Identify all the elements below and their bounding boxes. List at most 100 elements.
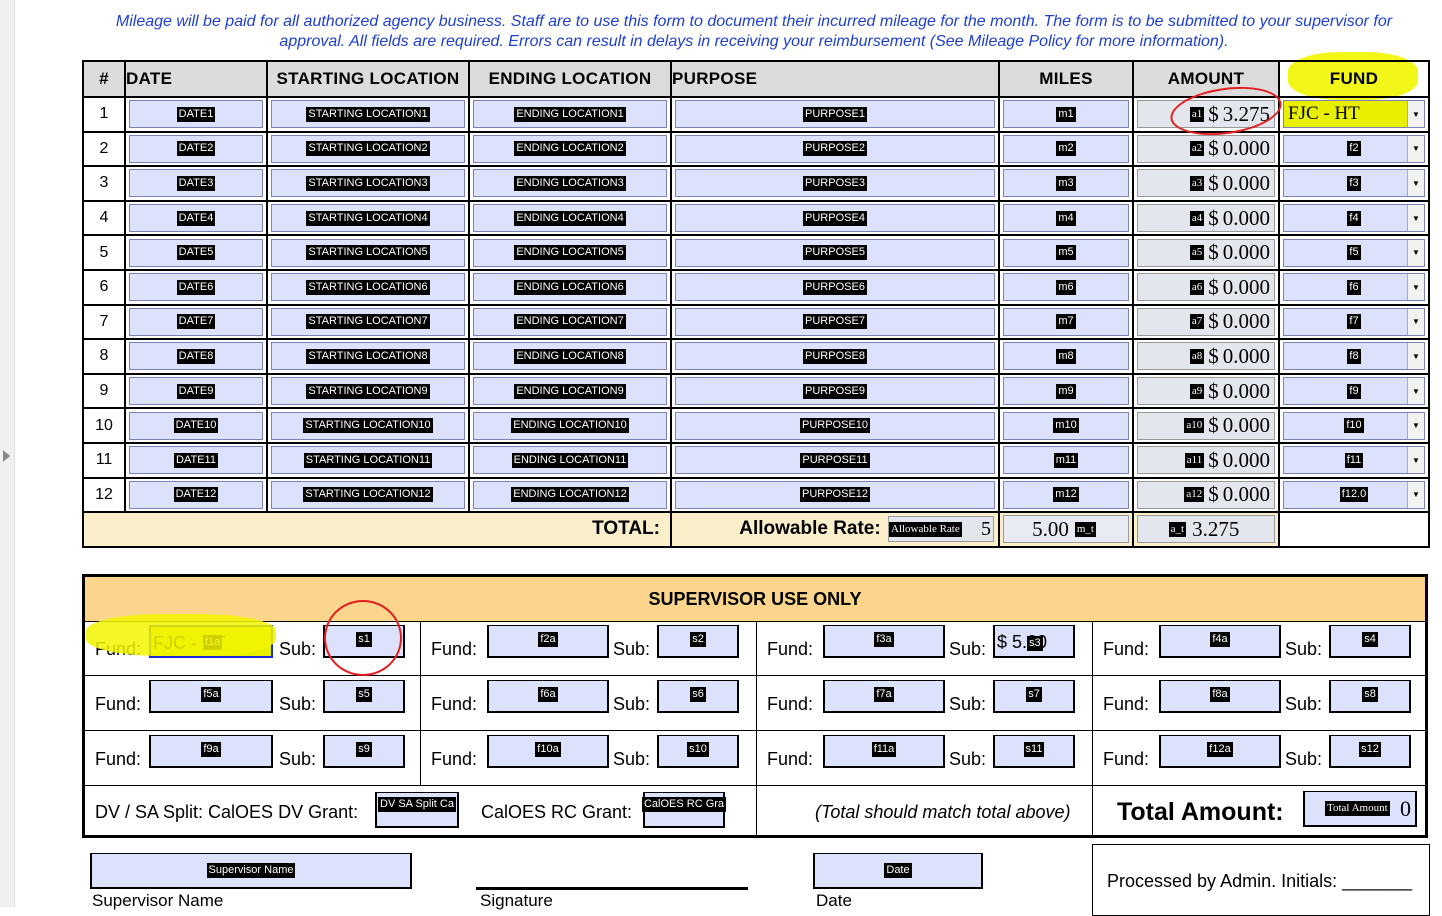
ending-location-field[interactable]: ENDING LOCATION10 [473,411,667,440]
fund-dropdown[interactable]: f2 ▼ [1283,134,1425,163]
total-amount-field-sup[interactable]: Total Amount 0 [1303,791,1417,827]
miles-field[interactable]: m1 [1003,100,1129,129]
fund-dropdown[interactable]: f7 ▼ [1283,307,1425,336]
ending-location-field[interactable]: ENDING LOCATION12 [473,480,667,509]
starting-location-field[interactable]: STARTING LOCATION4 [271,204,465,233]
starting-location-field[interactable]: STARTING LOCATION9 [271,377,465,406]
starting-location-field[interactable]: STARTING LOCATION10 [271,411,465,440]
chevron-down-icon[interactable]: ▼ [1407,239,1424,266]
supervisor-fund-field[interactable]: f6a [487,680,609,713]
chevron-down-icon[interactable]: ▼ [1407,101,1424,128]
miles-field[interactable]: m12 [1003,480,1129,509]
fund-dropdown[interactable]: f5 ▼ [1283,238,1425,267]
signature-line[interactable] [476,887,748,890]
starting-location-field[interactable]: STARTING LOCATION12 [271,480,465,509]
date-field[interactable]: DATE7 [129,307,263,336]
miles-field[interactable]: m7 [1003,307,1129,336]
supervisor-sub-field[interactable]: s4 [1329,625,1411,658]
ending-location-field[interactable]: ENDING LOCATION3 [473,169,667,198]
amount-field[interactable]: a11 $0.000 [1137,446,1275,475]
starting-location-field[interactable]: STARTING LOCATION3 [271,169,465,198]
date-field[interactable]: DATE12 [129,480,263,509]
amount-field[interactable]: a2 $0.000 [1137,134,1275,163]
amount-field[interactable]: a12 $0.000 [1137,480,1275,509]
total-amount-field[interactable]: a_t 3.275 [1137,515,1275,544]
miles-field[interactable]: m5 [1003,238,1129,267]
amount-field[interactable]: a9 $0.000 [1137,377,1275,406]
expand-arrow-icon[interactable] [3,450,10,462]
supervisor-fund-field[interactable]: f11a [823,735,945,768]
supervisor-sub-field[interactable]: s10 [657,735,739,768]
chevron-down-icon[interactable]: ▼ [1407,481,1424,508]
purpose-field[interactable]: PURPOSE3 [675,169,995,198]
supervisor-fund-field[interactable]: f2a [487,625,609,658]
miles-field[interactable]: m10 [1003,411,1129,440]
amount-field[interactable]: a10 $0.000 [1137,411,1275,440]
purpose-field[interactable]: PURPOSE10 [675,411,995,440]
supervisor-sub-field[interactable]: s2 [657,625,739,658]
supervisor-sub-field[interactable]: $ 5.00 s3 [993,625,1075,658]
amount-field[interactable]: a3 $0.000 [1137,169,1275,198]
ending-location-field[interactable]: ENDING LOCATION1 [473,100,667,129]
chevron-down-icon[interactable]: ▼ [1407,412,1424,439]
amount-field[interactable]: a7 $0.000 [1137,307,1275,336]
fund-dropdown[interactable]: FJC - HT ▼ [1283,100,1425,129]
date-field[interactable]: DATE9 [129,377,263,406]
supervisor-fund-field[interactable]: f7a [823,680,945,713]
starting-location-field[interactable]: STARTING LOCATION2 [271,134,465,163]
date-field[interactable]: DATE5 [129,238,263,267]
ending-location-field[interactable]: ENDING LOCATION11 [473,446,667,475]
miles-field[interactable]: m8 [1003,342,1129,371]
supervisor-fund-field[interactable]: f8a [1159,680,1281,713]
purpose-field[interactable]: PURPOSE2 [675,134,995,163]
supervisor-name-field[interactable]: Supervisor Name [90,853,412,889]
chevron-down-icon[interactable]: ▼ [1407,205,1424,232]
chevron-down-icon[interactable]: ▼ [1407,343,1424,370]
fund-dropdown[interactable]: f10 ▼ [1283,411,1425,440]
ending-location-field[interactable]: ENDING LOCATION4 [473,204,667,233]
chevron-down-icon[interactable]: ▼ [1407,308,1424,335]
supervisor-sub-field[interactable]: s9 [323,735,405,768]
ending-location-field[interactable]: ENDING LOCATION7 [473,307,667,336]
purpose-field[interactable]: PURPOSE1 [675,100,995,129]
date-field[interactable]: DATE8 [129,342,263,371]
fund-dropdown[interactable]: f3 ▼ [1283,169,1425,198]
fund-dropdown[interactable]: f12.0 ▼ [1283,480,1425,509]
purpose-field[interactable]: PURPOSE11 [675,446,995,475]
allowable-rate-field[interactable]: Allowable Rate 5 [888,516,994,543]
starting-location-field[interactable]: STARTING LOCATION5 [271,238,465,267]
split-field[interactable]: DV SA Split Ca [375,792,459,828]
purpose-field[interactable]: PURPOSE8 [675,342,995,371]
starting-location-field[interactable]: STARTING LOCATION11 [271,446,465,475]
date-field[interactable]: DATE3 [129,169,263,198]
purpose-field[interactable]: PURPOSE5 [675,238,995,267]
supervisor-sub-field[interactable]: s7 [993,680,1075,713]
fund-dropdown[interactable]: f11 ▼ [1283,446,1425,475]
total-miles-field[interactable]: 5.00 m_t [1003,515,1129,544]
supervisor-sub-field[interactable]: s8 [1329,680,1411,713]
ending-location-field[interactable]: ENDING LOCATION2 [473,134,667,163]
supervisor-sub-field[interactable]: s12 [1329,735,1411,768]
fund-dropdown[interactable]: f4 ▼ [1283,204,1425,233]
miles-field[interactable]: m2 [1003,134,1129,163]
chevron-down-icon[interactable]: ▼ [1407,170,1424,197]
amount-field[interactable]: a8 $0.000 [1137,342,1275,371]
supervisor-sub-field[interactable]: s11 [993,735,1075,768]
chevron-down-icon[interactable]: ▼ [1407,274,1424,301]
starting-location-field[interactable]: STARTING LOCATION7 [271,307,465,336]
supervisor-fund-field[interactable]: f9a [149,735,273,768]
starting-location-field[interactable]: STARTING LOCATION1 [271,100,465,129]
purpose-field[interactable]: PURPOSE6 [675,273,995,302]
date-field[interactable]: DATE6 [129,273,263,302]
chevron-down-icon[interactable]: ▼ [1407,135,1424,162]
amount-field[interactable]: a4 $0.000 [1137,204,1275,233]
purpose-field[interactable]: PURPOSE9 [675,377,995,406]
fund-dropdown[interactable]: f6 ▼ [1283,273,1425,302]
supervisor-fund-field[interactable]: f4a [1159,625,1281,658]
ending-location-field[interactable]: ENDING LOCATION9 [473,377,667,406]
purpose-field[interactable]: PURPOSE12 [675,480,995,509]
amount-field[interactable]: a6 $0.000 [1137,273,1275,302]
fund-dropdown[interactable]: f9 ▼ [1283,377,1425,406]
starting-location-field[interactable]: STARTING LOCATION6 [271,273,465,302]
rc-field[interactable]: CalOES RC Gra [641,792,727,828]
